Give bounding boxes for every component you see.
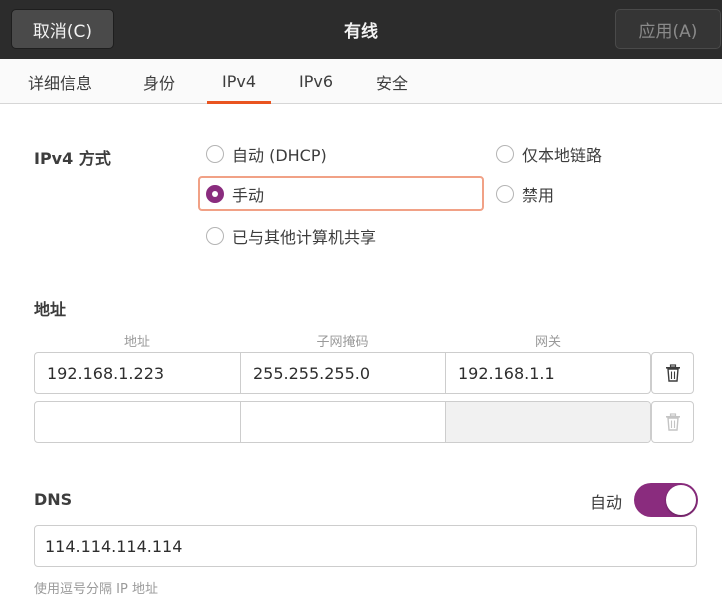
radio-auto-dhcp[interactable]: 自动 (DHCP) <box>206 142 327 166</box>
dns-input[interactable]: 114.114.114.114 <box>34 525 697 567</box>
radio-label: 已与其他计算机共享 <box>232 228 377 247</box>
radio-indicator <box>496 145 514 163</box>
radio-label: 禁用 <box>522 186 555 205</box>
radio-link-local[interactable]: 仅本地链路 <box>496 142 602 166</box>
cancel-button[interactable]: 取消(C) <box>11 9 114 49</box>
tab-ipv6[interactable]: IPv6 <box>299 59 333 104</box>
tab-details[interactable]: 详细信息 <box>28 59 92 104</box>
address-section-label: 地址 <box>34 300 67 319</box>
netmask-field[interactable]: 255.255.255.0 <box>241 353 446 393</box>
ipv4-method-label: IPv4 方式 <box>34 149 111 168</box>
column-header-address: 地址 <box>123 335 150 350</box>
radio-shared[interactable]: 已与其他计算机共享 <box>206 224 376 248</box>
column-header-netmask: 子网掩码 <box>316 335 369 350</box>
trash-icon <box>665 364 680 382</box>
tab-bar: 详细信息 身份 IPv4 IPv6 安全 <box>0 59 722 104</box>
address-field[interactable]: 192.168.1.223 <box>35 353 241 393</box>
radio-manual[interactable]: 手动 <box>206 182 264 206</box>
radio-label: 手动 <box>232 186 265 205</box>
address-row-empty <box>34 401 651 443</box>
delete-row-button-disabled <box>651 401 694 443</box>
address-field[interactable] <box>35 402 241 442</box>
dns-auto-toggle[interactable] <box>634 483 698 517</box>
address-row: 192.168.1.223 255.255.255.0 192.168.1.1 <box>34 352 651 394</box>
netmask-field[interactable] <box>241 402 446 442</box>
column-header-gateway: 网关 <box>534 335 561 350</box>
trash-icon <box>665 413 680 431</box>
radio-indicator <box>206 185 224 203</box>
apply-button[interactable]: 应用(A) <box>615 9 721 49</box>
toggle-knob <box>666 485 696 515</box>
radio-indicator <box>496 185 514 203</box>
delete-row-button[interactable] <box>651 352 694 394</box>
dns-hint: 使用逗号分隔 IP 地址 <box>34 582 158 597</box>
header-bar: 取消(C) 有线 应用(A) <box>0 0 722 59</box>
dns-section-label: DNS <box>34 490 73 509</box>
radio-label: 自动 (DHCP) <box>232 146 327 165</box>
radio-indicator <box>206 227 224 245</box>
radio-disabled[interactable]: 禁用 <box>496 182 554 206</box>
gateway-field[interactable]: 192.168.1.1 <box>446 353 650 393</box>
tab-security[interactable]: 安全 <box>376 59 408 104</box>
dns-auto-label: 自动 <box>590 493 623 512</box>
tab-ipv4[interactable]: IPv4 <box>206 59 272 104</box>
radio-label: 仅本地链路 <box>522 146 603 165</box>
gateway-field <box>446 402 650 442</box>
radio-indicator <box>206 145 224 163</box>
tab-identity[interactable]: 身份 <box>143 59 175 104</box>
